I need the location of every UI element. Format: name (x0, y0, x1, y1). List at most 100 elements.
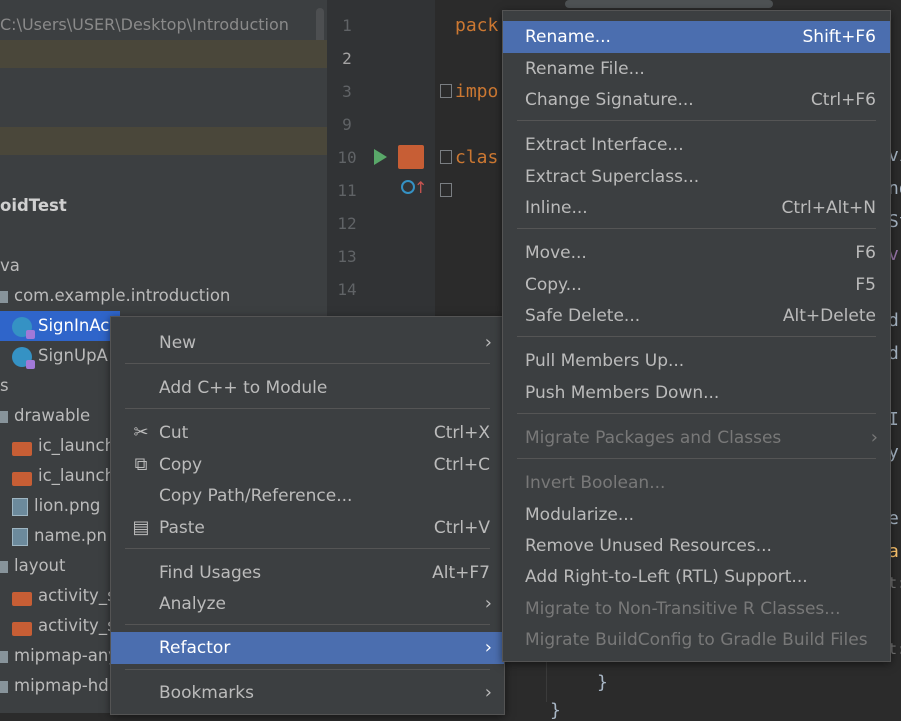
menu-item-paste[interactable]: ▤ Paste Ctrl+V (111, 512, 504, 544)
line-number: 11 (337, 181, 357, 200)
chevron-right-icon: › (870, 427, 878, 448)
menu-item-add-rtl-support[interactable]: Add Right-to-Left (RTL) Support... (503, 561, 890, 593)
xml-file-icon (12, 441, 32, 456)
tree-item-layout[interactable]: layout (0, 551, 65, 581)
menu-separator (517, 336, 876, 337)
fold-icon[interactable] (440, 183, 452, 197)
override-icon[interactable] (401, 180, 415, 194)
editor-scrollbar[interactable] (565, 0, 773, 8)
chevron-right-icon: › (484, 682, 492, 703)
line-number: 9 (342, 115, 352, 134)
menu-item-remove-unused-resources[interactable]: Remove Unused Resources... (503, 530, 890, 562)
tree-item-ic-launcher[interactable]: ic_launch (0, 431, 115, 461)
menu-item-extract-interface[interactable]: Extract Interface... (503, 129, 890, 161)
menu-item-modularize[interactable]: Modularize... (503, 499, 890, 531)
folder-icon (0, 680, 8, 693)
menu-item-copy-path[interactable]: Copy Path/Reference... (111, 480, 504, 512)
menu-item-migrate-r-classes[interactable]: Migrate to Non-Transitive R Classes... (503, 593, 890, 625)
menu-item-inline[interactable]: Inline... Ctrl+Alt+N (503, 192, 890, 224)
menu-separator (125, 548, 490, 549)
menu-separator (125, 363, 490, 364)
line-number: 13 (337, 247, 357, 266)
xml-file-icon (12, 471, 32, 486)
menu-item-cut[interactable]: ✂ Cut Ctrl+X (111, 417, 504, 449)
line-number: 1 (342, 16, 352, 35)
chevron-right-icon: › (484, 637, 492, 658)
tree-item-android-test[interactable]: oidTest (0, 191, 67, 221)
menu-separator (125, 669, 490, 670)
arrow-up-icon[interactable]: ↑ (414, 178, 427, 197)
menu-separator (517, 458, 876, 459)
menu-item-copy-class[interactable]: Copy... F5 (503, 269, 890, 301)
menu-item-add-cpp[interactable]: Add C++ to Module (111, 372, 504, 404)
line-number: 3 (342, 82, 352, 101)
folder-icon (0, 650, 8, 663)
menu-item-migrate-packages[interactable]: Migrate Packages and Classes › (503, 422, 890, 454)
tree-item-activity-layout[interactable]: activity_s (0, 581, 116, 611)
kotlin-class-icon (12, 346, 35, 369)
menu-item-safe-delete[interactable]: Safe Delete... Alt+Delete (503, 300, 890, 332)
menu-item-pull-members-up[interactable]: Pull Members Up... (503, 345, 890, 377)
menu-item-refactor[interactable]: Refactor › (111, 632, 504, 664)
copy-icon: ⧉ (134, 454, 148, 475)
tree-item-ic-launcher[interactable]: ic_launch (0, 461, 115, 491)
menu-item-migrate-buildconfig[interactable]: Migrate BuildConfig to Gradle Build File… (503, 624, 890, 656)
image-file-icon (12, 527, 28, 546)
line-number: 2 (342, 49, 352, 68)
tree-item-signup-activity[interactable]: SignUpA (0, 341, 108, 371)
menu-separator (517, 228, 876, 229)
menu-item-push-members-down[interactable]: Push Members Down... (503, 377, 890, 409)
scissors-icon: ✂ (133, 422, 149, 443)
fold-icon[interactable] (440, 84, 452, 98)
context-menu: New › Add C++ to Module ✂ Cut Ctrl+X ⧉ C… (110, 316, 505, 715)
menu-item-extract-superclass[interactable]: Extract Superclass... (503, 161, 890, 193)
run-icon[interactable] (374, 149, 387, 165)
menu-item-new[interactable]: New › (111, 327, 504, 359)
line-number: 12 (337, 214, 357, 233)
menu-item-find-usages[interactable]: Find Usages Alt+F7 (111, 557, 504, 589)
highlighted-row (0, 40, 327, 68)
refactor-submenu: Rename... Shift+F6 Rename File... Change… (502, 10, 891, 662)
highlighted-row (0, 127, 327, 155)
line-number: 14 (337, 280, 357, 299)
xml-file-icon (12, 591, 32, 606)
menu-item-change-signature[interactable]: Change Signature... Ctrl+F6 (503, 84, 890, 116)
menu-separator (125, 624, 490, 625)
menu-item-move[interactable]: Move... F6 (503, 237, 890, 269)
code-line-1[interactable]: pack (455, 9, 498, 42)
tree-item-signin-activity[interactable]: SignInAc (0, 311, 120, 341)
tree-item-drawable[interactable]: drawable (0, 401, 90, 431)
code-line-10[interactable]: clas (455, 141, 498, 174)
folder-icon (0, 560, 8, 573)
closing-brace: } (597, 672, 608, 693)
code-line-3[interactable]: impo (455, 75, 498, 108)
image-file-icon (12, 497, 28, 516)
kotlin-class-icon (12, 316, 35, 339)
menu-item-rename[interactable]: Rename... Shift+F6 (503, 21, 890, 53)
tree-item-package[interactable]: com.example.introduction (0, 281, 230, 311)
menu-item-invert-boolean[interactable]: Invert Boolean... (503, 467, 890, 499)
xml-file-icon (12, 621, 32, 636)
folder-icon (0, 410, 8, 423)
menu-item-copy[interactable]: ⧉ Copy Ctrl+C (111, 449, 504, 481)
menu-item-bookmarks[interactable]: Bookmarks › (111, 677, 504, 709)
tree-item-java[interactable]: va (0, 251, 20, 281)
menu-item-analyze[interactable]: Analyze › (111, 588, 504, 620)
tree-item-activity-layout[interactable]: activity_s (0, 611, 116, 641)
menu-separator (125, 408, 490, 409)
folder-icon (0, 290, 8, 303)
tree-item-name-png[interactable]: name.pn (0, 521, 107, 551)
tree-item-lion-png[interactable]: lion.png (0, 491, 100, 521)
closing-brace: } (550, 700, 561, 721)
line-number: 10 (337, 148, 357, 167)
fold-icon[interactable] (440, 150, 452, 164)
clipboard-icon: ▤ (132, 517, 150, 538)
layout-xml-icon[interactable] (398, 145, 424, 169)
menu-separator (517, 413, 876, 414)
tree-item-res[interactable]: s (0, 371, 9, 401)
menu-item-rename-file[interactable]: Rename File... (503, 53, 890, 85)
chevron-right-icon: › (484, 332, 492, 353)
chevron-right-icon: › (484, 593, 492, 614)
tree-item-mipmap-hdpi[interactable]: mipmap-hdp (0, 671, 119, 701)
tree-item-mipmap-any[interactable]: mipmap-any (0, 641, 118, 671)
